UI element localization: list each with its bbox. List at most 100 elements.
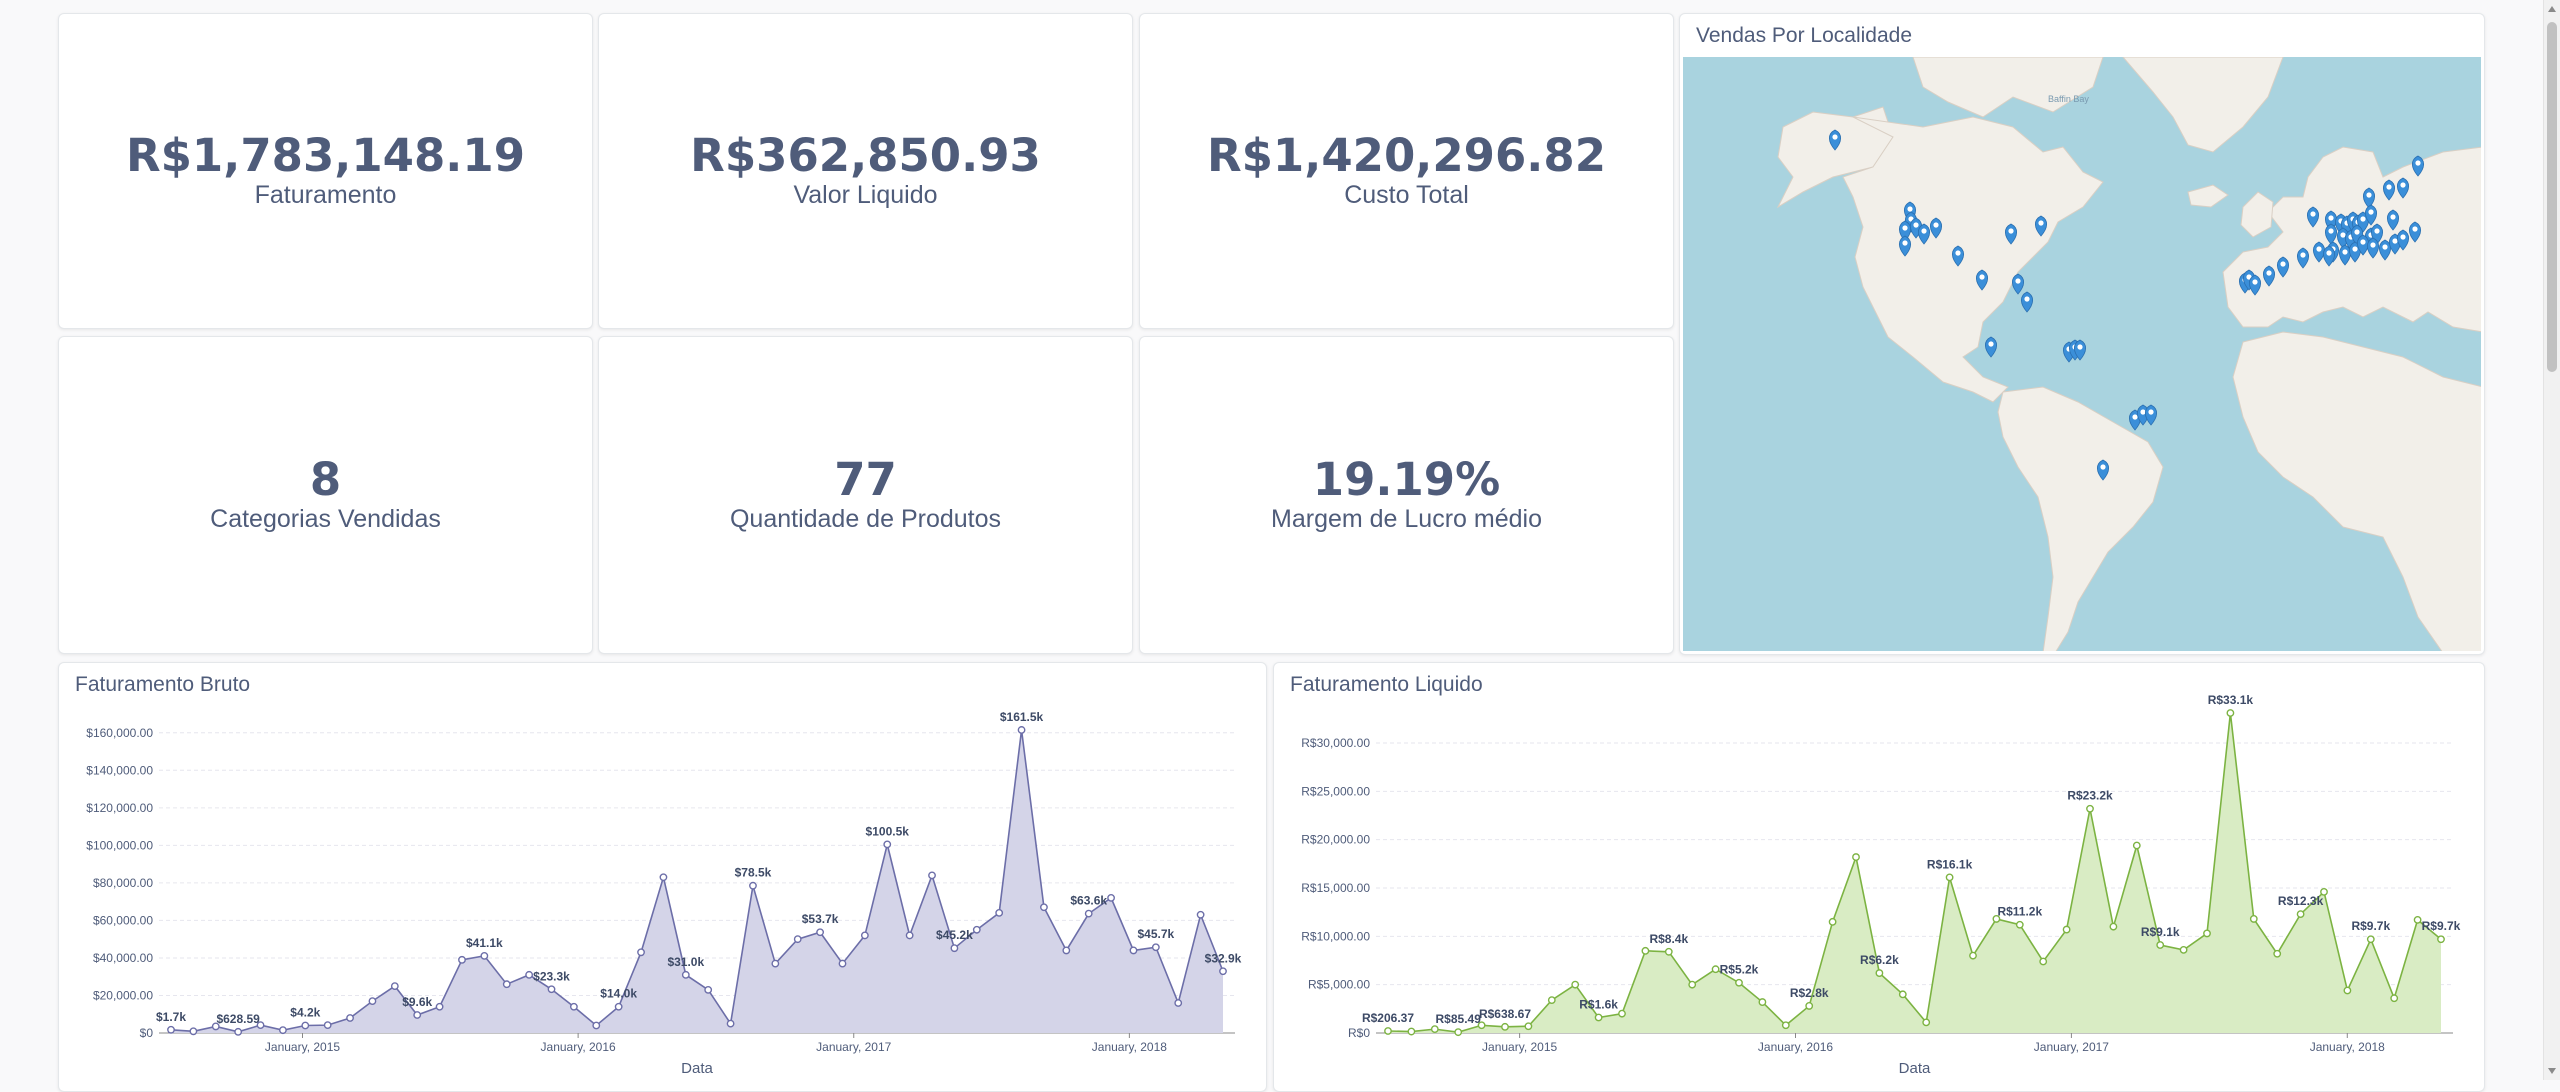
data-point[interactable] [2132, 841, 2141, 850]
data-point[interactable] [346, 1014, 354, 1022]
data-point[interactable] [1430, 1025, 1439, 1034]
data-point[interactable] [480, 951, 489, 960]
data-point[interactable] [2226, 709, 2235, 717]
data-point[interactable] [569, 1002, 578, 1011]
data-point[interactable] [1852, 853, 1860, 861]
data-point[interactable] [1571, 980, 1580, 989]
data-point[interactable] [1151, 943, 1160, 952]
data-point[interactable] [1664, 947, 1673, 956]
scroll-down-arrow-icon[interactable] [2548, 1068, 2556, 1074]
data-point[interactable] [234, 1027, 243, 1036]
data-point[interactable] [2296, 910, 2305, 919]
data-point[interactable] [1828, 917, 1837, 926]
data-point[interactable] [1454, 1028, 1463, 1037]
data-point[interactable] [1196, 910, 1205, 919]
data-point[interactable] [1781, 1021, 1790, 1030]
data-point[interactable] [1618, 1009, 1626, 1018]
data-point[interactable] [2062, 925, 2071, 934]
data-point[interactable] [1758, 998, 1767, 1006]
data-point[interactable] [771, 959, 780, 968]
data-point[interactable] [995, 909, 1004, 917]
data-point[interactable] [1062, 946, 1071, 955]
data-point[interactable] [637, 948, 645, 957]
data-point[interactable] [323, 1021, 332, 1030]
data-point[interactable] [749, 881, 757, 890]
data-point[interactable] [1711, 965, 1720, 974]
data-point[interactable] [972, 925, 981, 934]
data-point[interactable] [301, 1021, 310, 1030]
data-point[interactable] [167, 1025, 175, 1034]
data-point[interactable] [1407, 1027, 1416, 1036]
data-point[interactable] [189, 1027, 198, 1036]
data-point[interactable] [1735, 978, 1743, 987]
data-point[interactable] [793, 935, 802, 944]
data-point[interactable] [2343, 986, 2352, 995]
data-point[interactable] [838, 959, 847, 968]
location-pin-icon[interactable] [1984, 336, 1998, 358]
data-point[interactable] [950, 944, 959, 953]
data-point[interactable] [390, 982, 399, 990]
data-point[interactable] [1594, 1013, 1603, 1022]
data-point[interactable] [883, 840, 892, 849]
data-point[interactable] [1384, 1027, 1392, 1035]
data-point[interactable] [1945, 873, 1954, 882]
data-point[interactable] [816, 928, 825, 937]
data-point[interactable] [1922, 1018, 1931, 1027]
data-point[interactable] [1898, 990, 1907, 999]
data-point[interactable] [2366, 935, 2375, 944]
data-point[interactable] [279, 1026, 287, 1035]
data-label: R$16.1k [1927, 857, 1973, 871]
data-point[interactable] [2273, 949, 2282, 958]
data-point[interactable] [2249, 915, 2258, 923]
data-point[interactable] [2390, 994, 2399, 1003]
data-point[interactable] [1805, 1002, 1814, 1010]
location-pin-icon[interactable] [2144, 404, 2158, 426]
data-point[interactable] [681, 970, 690, 979]
data-point[interactable] [2109, 922, 2118, 931]
data-point[interactable] [1107, 893, 1115, 902]
location-pin-icon[interactable] [2020, 291, 2034, 313]
data-point[interactable] [1547, 996, 1556, 1005]
data-point[interactable] [502, 980, 511, 989]
data-point[interactable] [1501, 1022, 1509, 1031]
data-point[interactable] [435, 1002, 444, 1011]
scrollbar-thumb[interactable] [2547, 22, 2557, 372]
data-point[interactable] [860, 931, 869, 940]
data-point[interactable] [2179, 945, 2188, 954]
data-point[interactable] [928, 871, 936, 880]
data-point[interactable] [905, 931, 914, 940]
data-point[interactable] [1084, 909, 1093, 918]
data-point[interactable] [726, 1019, 735, 1028]
scroll-up-arrow-icon[interactable] [2548, 6, 2556, 12]
data-point[interactable] [413, 1011, 422, 1019]
data-point[interactable] [1875, 969, 1884, 977]
data-point[interactable] [1129, 946, 1138, 955]
data-point[interactable] [659, 873, 668, 882]
data-point[interactable] [2437, 935, 2445, 944]
data-point[interactable] [525, 970, 534, 979]
page-scrollbar[interactable] [2543, 0, 2560, 1080]
data-point[interactable] [1017, 726, 1026, 734]
world-map-svg[interactable]: Baffin Bay [1683, 57, 2481, 651]
data-point[interactable] [2086, 804, 2094, 813]
data-point[interactable] [2156, 941, 2165, 949]
data-point[interactable] [1524, 1022, 1533, 1031]
data-point[interactable] [1641, 946, 1650, 955]
data-point[interactable] [704, 985, 713, 994]
data-point[interactable] [368, 997, 377, 1005]
data-point[interactable] [2413, 915, 2422, 924]
data-point[interactable] [614, 1002, 623, 1011]
data-point[interactable] [1174, 999, 1183, 1007]
data-point[interactable] [1219, 967, 1227, 976]
data-point[interactable] [592, 1021, 601, 1030]
data-point[interactable] [547, 985, 556, 994]
data-point[interactable] [1969, 951, 1977, 960]
data-point[interactable] [1040, 903, 1048, 912]
data-point[interactable] [458, 955, 466, 964]
data-point[interactable] [2039, 957, 2048, 966]
data-point[interactable] [2203, 929, 2211, 938]
data-point[interactable] [2015, 920, 2024, 929]
world-map[interactable]: Baffin Bay [1683, 57, 2481, 651]
data-point[interactable] [1688, 980, 1697, 989]
location-pin-icon[interactable] [2011, 273, 2025, 295]
